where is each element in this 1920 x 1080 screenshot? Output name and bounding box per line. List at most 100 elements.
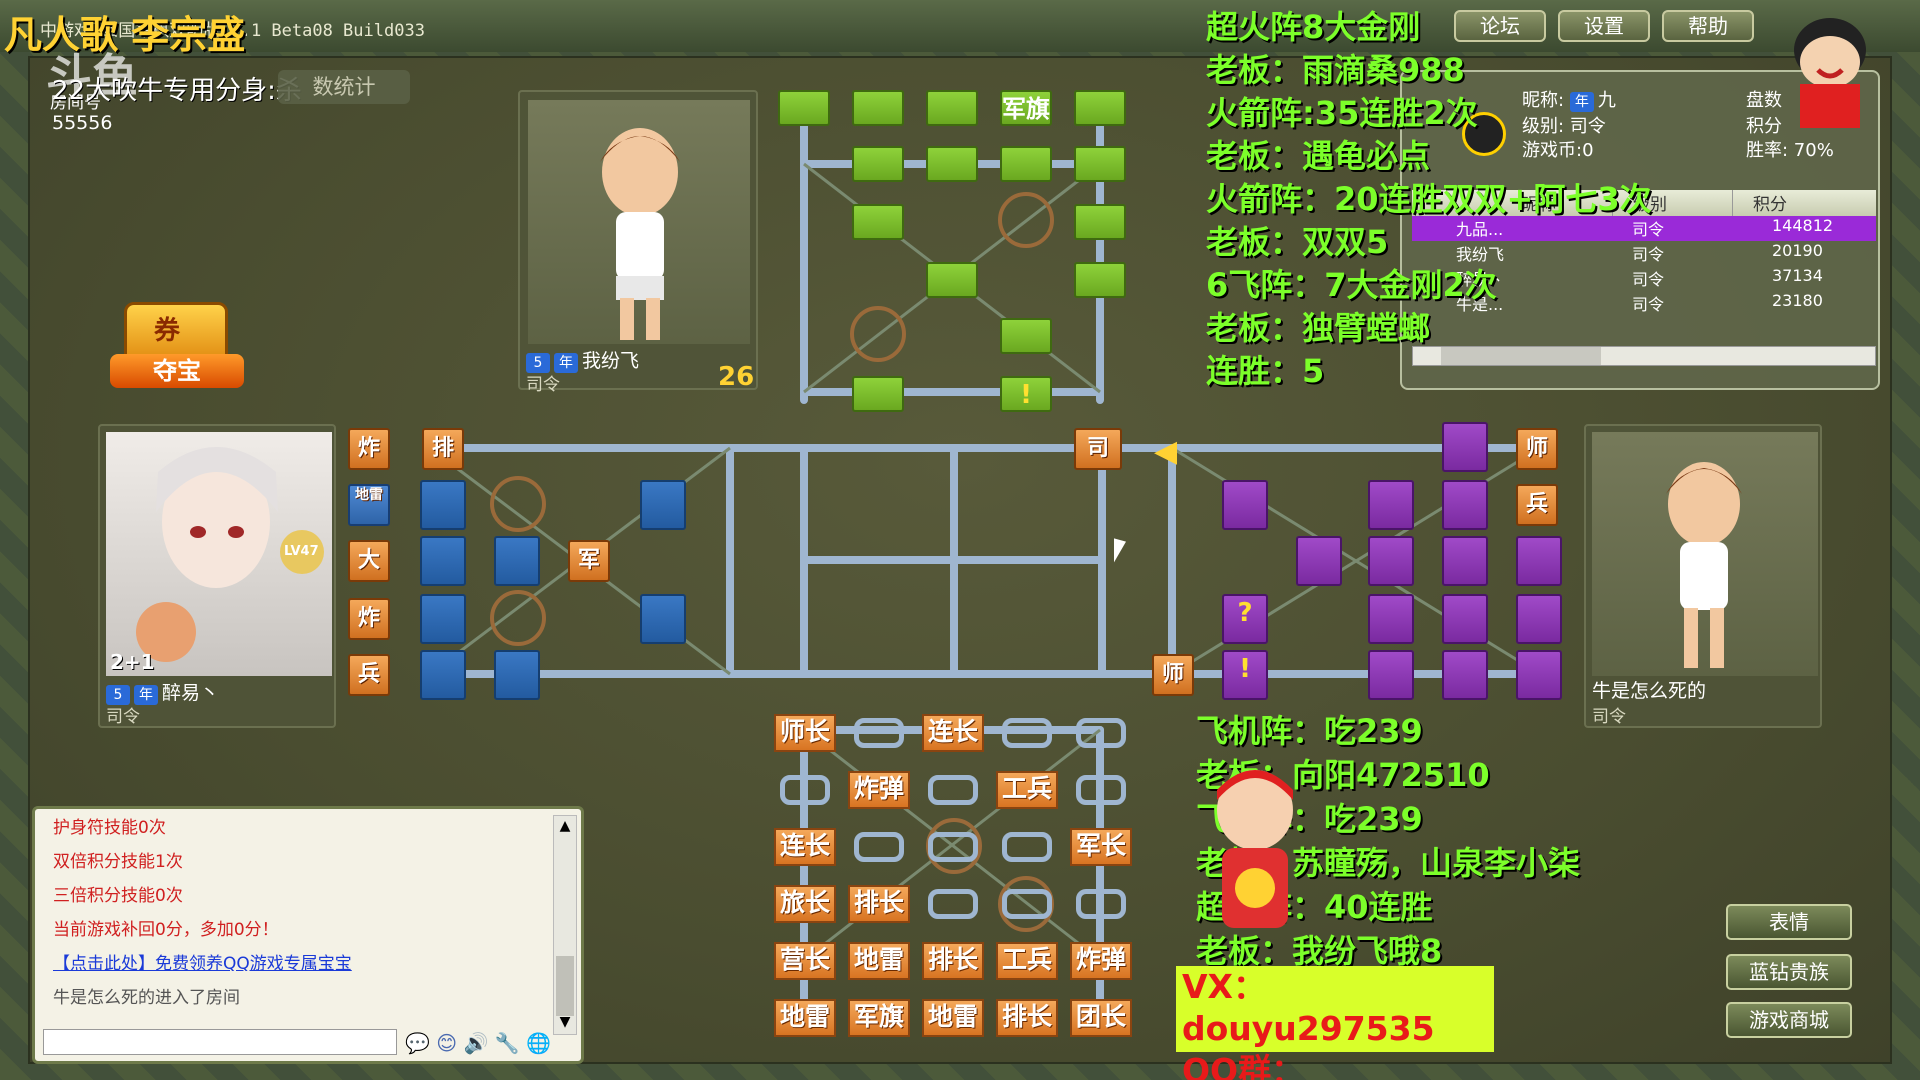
board-piece-purple[interactable] [1516,536,1562,586]
board-tile-left[interactable]: 炸 [348,598,390,640]
own-piece[interactable]: 师长 [774,714,836,752]
board-node[interactable] [1076,718,1126,748]
board-piece-blue[interactable] [494,536,540,586]
chat-scrollbar[interactable]: ▲ ▼ [553,815,577,1035]
board-piece-green[interactable] [852,376,904,412]
chat-bubble-icon[interactable]: 💬 [405,1031,430,1055]
board-piece-green[interactable] [852,204,904,240]
board-piece-green[interactable] [926,146,978,182]
own-piece[interactable]: 工兵 [996,771,1058,809]
speaker-icon[interactable]: 🔊 [463,1031,488,1055]
board-node[interactable] [1002,718,1052,748]
board-node[interactable] [928,889,978,919]
board-piece-purple[interactable] [1368,480,1414,530]
own-piece[interactable]: 营长 [774,942,836,980]
overlay-line: 老板：雨滴桑988 [1206,51,1465,89]
board-tile-right[interactable]: 师 [1152,654,1194,696]
board-piece-green-flag[interactable]: 军旗 [1000,90,1052,126]
board-tile-left[interactable]: 排 [422,428,464,470]
board-piece-blue[interactable] [420,650,466,700]
board-tile-left[interactable]: 炸 [348,428,390,470]
own-piece[interactable]: 工兵 [996,942,1058,980]
chat-line: 牛是怎么死的进入了房间 [53,988,240,1008]
own-piece[interactable]: 排长 [848,885,910,923]
board-node[interactable] [928,775,978,805]
own-piece[interactable]: 旅长 [774,885,836,923]
own-piece[interactable]: 炸弹 [1070,942,1132,980]
board-piece-blue[interactable] [640,594,686,644]
board-piece-blue[interactable] [420,480,466,530]
board-piece-green[interactable] [926,90,978,126]
chat-input[interactable] [43,1029,397,1055]
board-piece-purple-unknown[interactable]: ? [1222,594,1268,644]
board-piece-green[interactable] [1000,318,1052,354]
board-piece-green[interactable] [1074,204,1126,240]
board-node[interactable] [1076,775,1126,805]
emoji-button[interactable]: 表情 [1726,904,1852,940]
board-tile-left[interactable]: 大 [348,540,390,582]
board-piece-green[interactable] [1074,90,1126,126]
board-piece-purple-alert[interactable]: ! [1222,650,1268,700]
board-piece-purple[interactable] [1516,594,1562,644]
board-piece-purple[interactable] [1296,536,1342,586]
scroll-up-icon[interactable]: ▲ [556,818,574,836]
own-piece[interactable]: 团长 [1070,999,1132,1037]
board-piece-purple[interactable] [1442,650,1488,700]
board-node[interactable] [928,832,978,862]
board-tile-right[interactable]: 兵 [1516,484,1558,526]
board-piece-purple[interactable] [1368,594,1414,644]
board-node[interactable] [854,718,904,748]
board-piece-purple[interactable] [1442,480,1488,530]
board-piece-blue[interactable] [420,536,466,586]
own-piece[interactable]: 地雷 [922,999,984,1037]
board-node[interactable] [854,832,904,862]
board-piece-purple[interactable] [1516,650,1562,700]
globe-icon[interactable]: 🌐 [526,1031,551,1055]
board-piece-blue[interactable] [640,480,686,530]
own-piece[interactable]: 排长 [996,999,1058,1037]
board-piece-purple[interactable] [1368,650,1414,700]
board-piece-purple[interactable] [1442,536,1488,586]
board-piece-purple[interactable] [1442,422,1488,472]
own-piece[interactable]: 炸弹 [848,771,910,809]
overlay-line: 连胜：5 [1206,352,1325,390]
board-piece-purple[interactable] [1442,594,1488,644]
board-piece-green[interactable] [926,262,978,298]
own-piece[interactable]: 军旗 [848,999,910,1037]
board-piece-green[interactable] [1000,146,1052,182]
emoji-icon[interactable]: 😊 [436,1031,457,1055]
board-piece-green[interactable] [1074,262,1126,298]
board-piece-purple[interactable] [1222,480,1268,530]
scroll-down-icon[interactable]: ▼ [556,1014,574,1032]
game-store-button[interactable]: 游戏商城 [1726,1002,1852,1038]
board-piece-blue[interactable] [420,594,466,644]
board-tile-center[interactable]: 司 [1074,428,1122,470]
board-piece-green-alert[interactable]: ! [1000,376,1052,412]
board-piece-green[interactable] [852,90,904,126]
board-node[interactable] [1002,889,1052,919]
tool-icon[interactable]: 🔧 [495,1031,520,1055]
board-node[interactable] [780,775,830,805]
own-piece[interactable]: 连长 [922,714,984,752]
scroll-thumb[interactable] [556,956,574,1016]
blue-diamond-button[interactable]: 蓝钻贵族 [1726,954,1852,990]
board-tile-right[interactable]: 师 [1516,428,1558,470]
board-piece-purple[interactable] [1368,536,1414,586]
own-piece[interactable]: 地雷 [848,942,910,980]
overlay-line: 飞机阵：吃239 [1196,712,1423,750]
board-piece-green[interactable] [778,90,830,126]
board-tile-left[interactable]: 地雷 [348,484,390,526]
own-piece[interactable]: 排长 [922,942,984,980]
own-piece[interactable]: 连长 [774,828,836,866]
board-tile-left[interactable]: 兵 [348,654,390,696]
own-piece[interactable]: 军长 [1070,828,1132,866]
chat-line[interactable]: 【点击此处】免费领养QQ游戏专属宝宝 [53,949,352,974]
board-piece-green[interactable] [1074,146,1126,182]
board-node[interactable] [1076,889,1126,919]
own-piece[interactable]: 地雷 [774,999,836,1037]
chat-panel: 护身符技能0次 双倍积分技能1次 三倍积分技能0次 当前游戏补回0分，多加0分！ 【点击… [32,806,584,1064]
board-piece-green[interactable] [852,146,904,182]
board-piece-blue[interactable] [494,650,540,700]
board-node[interactable] [1002,832,1052,862]
board-tile-left[interactable]: 军 [568,540,610,582]
